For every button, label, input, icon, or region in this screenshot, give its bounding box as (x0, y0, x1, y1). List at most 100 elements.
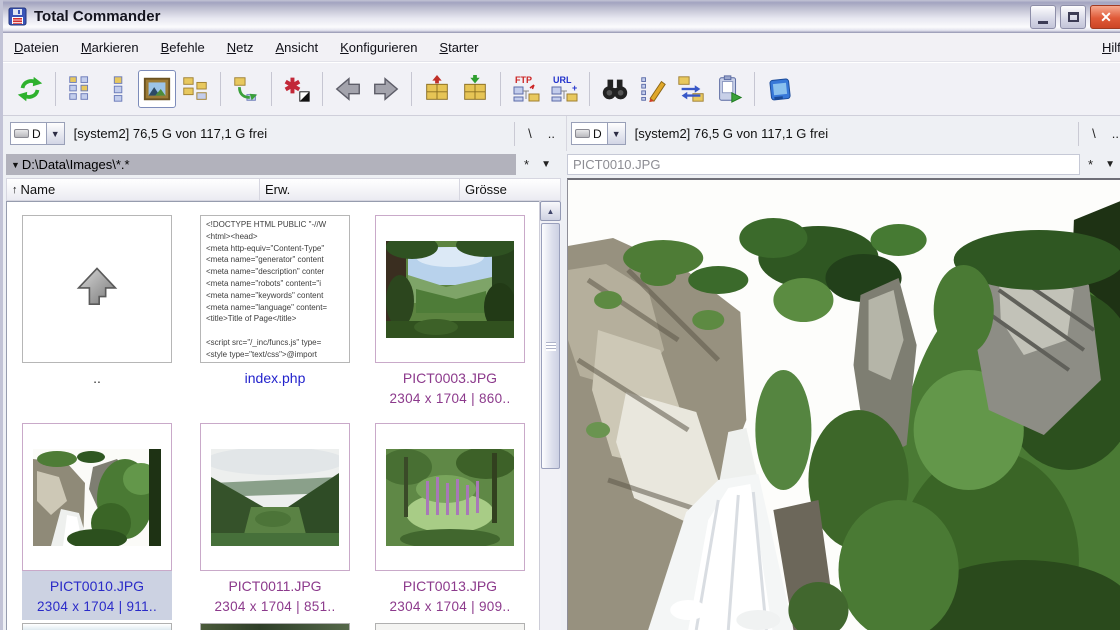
brief-view-icon (66, 74, 96, 104)
column-header-row: ↑ Name Erw. Grösse (6, 178, 561, 201)
svg-text:✱: ✱ (284, 75, 301, 98)
file-dimensions: 2304 x 1704 | 909.. (375, 599, 525, 614)
unpack-icon (460, 74, 490, 104)
right-drive-combo[interactable]: D ▼ (571, 122, 626, 145)
file-cell-pict0010-selected[interactable]: PICT0010.JPG 2304 x 1704 | 911.. (22, 423, 172, 620)
ftp-url-button[interactable]: URL + (545, 70, 583, 108)
full-view-button[interactable] (100, 70, 138, 108)
svg-text:FTP: FTP (515, 75, 532, 85)
left-root-button[interactable]: \ (528, 126, 532, 141)
pict0011-thumbnail-image (211, 449, 339, 546)
sync-dirs-icon (676, 74, 706, 104)
chevron-down-icon[interactable]: ▼ (607, 123, 625, 144)
left-path-bar[interactable]: ▼ D:\Data\Images\*.* (6, 154, 516, 175)
left-drive-combo[interactable]: D ▼ (10, 122, 65, 145)
menu-netz[interactable]: Netz (216, 34, 265, 61)
file-cell-pict0003[interactable]: PICT0003.JPG 2304 x 1704 | 860.. (375, 215, 525, 412)
maximize-button[interactable] (1060, 5, 1086, 29)
window-title: Total Commander (34, 8, 160, 25)
scrollbar-thumb[interactable] (541, 223, 560, 469)
file-dimensions: 2304 x 1704 | 860.. (375, 391, 525, 406)
code-preview-text: <!DOCTYPE HTML PUBLIC "-//W<html><head><… (204, 218, 346, 360)
menu-hilfe[interactable]: Hilfe (1091, 34, 1120, 61)
file-list-scrollbar[interactable]: ▲ (539, 201, 561, 630)
back-arrow-icon (333, 74, 363, 104)
right-favorites-button[interactable]: * (1088, 157, 1093, 172)
wildcard-asterisk-icon: ✱ (282, 74, 312, 104)
thumbnails-view-button[interactable] (138, 70, 176, 108)
right-updir-button[interactable]: .. (1112, 126, 1119, 141)
menu-konfigurieren[interactable]: Konfigurieren (329, 34, 428, 61)
code-preview-thumbnail: <!DOCTYPE HTML PUBLIC "-//W<html><head><… (200, 215, 350, 363)
refresh-button[interactable] (11, 70, 49, 108)
file-cell-pict0013[interactable]: PICT0013.JPG 2304 x 1704 | 909.. (375, 423, 525, 620)
menu-markieren[interactable]: Markieren (70, 34, 150, 61)
tree-view-button[interactable] (176, 70, 214, 108)
pack-files-button[interactable] (418, 70, 456, 108)
code-line: <meta name="language" content= (206, 302, 344, 314)
pict0003-thumbnail-image (386, 241, 514, 338)
pack-wildcard-button[interactable]: ✱ (278, 70, 316, 108)
code-line: <title>Title of Page</title> (206, 313, 344, 325)
left-updir-button[interactable]: .. (548, 126, 555, 141)
full-view-icon (104, 74, 134, 104)
compare-clipboard-icon (714, 74, 744, 104)
search-button[interactable] (596, 70, 634, 108)
column-header-name[interactable]: ↑ Name (6, 178, 260, 201)
compare-contents-button[interactable] (710, 70, 748, 108)
file-cell-index-php[interactable]: <!DOCTYPE HTML PUBLIC "-//W<html><head><… (200, 215, 350, 392)
back-button[interactable] (329, 70, 367, 108)
menu-starter[interactable]: Starter (428, 34, 489, 61)
right-path-bar[interactable]: PICT0010.JPG (567, 154, 1080, 175)
multi-rename-button[interactable] (634, 70, 672, 108)
notes-button[interactable] (761, 70, 799, 108)
sync-dirs-button[interactable] (672, 70, 710, 108)
ftp-connect-button[interactable]: FTP (507, 70, 545, 108)
right-drive-info: [system2] 76,5 G von 117,1 G frei (635, 126, 828, 141)
path-bar-row: ▼ D:\Data\Images\*.* * ▼ PICT0010.JPG * … (3, 151, 1120, 178)
code-line: <meta name="description" conter (206, 266, 344, 278)
right-history-button[interactable]: ▼ (1105, 159, 1115, 170)
file-dimensions: 2304 x 1704 | 911.. (22, 599, 172, 614)
left-drive-letter: D (32, 127, 46, 141)
image-thumbnail (375, 423, 525, 571)
forward-button[interactable] (367, 70, 405, 108)
right-drive-bar: D ▼ [system2] 76,5 G von 117,1 G frei \ … (566, 116, 1120, 151)
total-commander-window: Total Commander ✕ Dateien Markieren Befe… (0, 0, 1120, 630)
right-root-button[interactable]: \ (1092, 126, 1096, 141)
left-favorites-button[interactable]: * (524, 157, 529, 172)
unpack-files-button[interactable] (456, 70, 494, 108)
maximize-icon (1068, 12, 1079, 22)
code-line: <meta name="keywords" content (206, 290, 344, 302)
scroll-up-button[interactable]: ▲ (540, 201, 561, 221)
menu-befehle[interactable]: Befehle (150, 34, 216, 61)
menu-ansicht[interactable]: Ansicht (264, 34, 329, 61)
chevron-down-icon[interactable]: ▼ (46, 123, 64, 144)
drive-icon (575, 129, 590, 138)
left-history-button[interactable]: ▼ (541, 159, 551, 170)
file-cell-pict0011[interactable]: PICT0011.JPG 2304 x 1704 | 851.. (200, 423, 350, 620)
toolbar-separator (271, 72, 272, 106)
image-thumbnail (375, 215, 525, 363)
column-header-ext[interactable]: Erw. (260, 178, 460, 201)
file-cell-updir[interactable]: .. (22, 215, 172, 392)
minimize-button[interactable] (1030, 5, 1056, 29)
scroll-up-icon: ▲ (547, 207, 555, 216)
column-header-size[interactable]: Grösse (460, 178, 561, 201)
left-drive-info: [system2] 76,5 G von 117,1 G frei (74, 126, 267, 141)
title-bar[interactable]: Total Commander ✕ (3, 0, 1120, 33)
sort-ascending-icon: ↑ (12, 184, 18, 196)
brief-view-button[interactable] (62, 70, 100, 108)
column-size-label: Grösse (465, 182, 507, 197)
app-floppy-icon (8, 7, 27, 26)
drive-bar-row: D ▼ [system2] 76,5 G von 117,1 G frei \ … (3, 116, 1120, 151)
toolbar-separator (500, 72, 501, 106)
column-ext-label: Erw. (265, 182, 290, 197)
left-drive-bar: D ▼ [system2] 76,5 G von 117,1 G frei \ … (6, 116, 559, 151)
menu-dateien[interactable]: Dateien (3, 34, 70, 61)
close-button[interactable]: ✕ (1090, 5, 1120, 29)
branch-view-button[interactable] (227, 70, 265, 108)
updir-thumbnail (22, 215, 172, 363)
next-row-thumbnail-peek (375, 623, 525, 630)
file-name: PICT0013.JPG (375, 578, 525, 594)
